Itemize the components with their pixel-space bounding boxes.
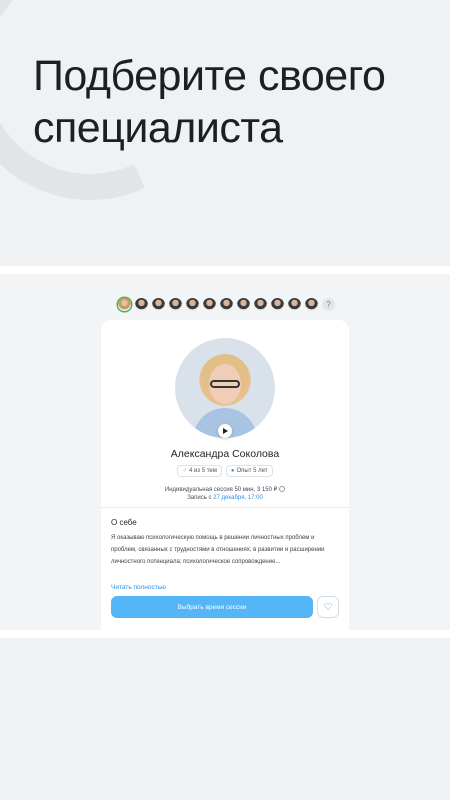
check-icon: ● — [230, 468, 235, 474]
topics-badge: ♂ 4 из 5 тем — [177, 465, 222, 477]
specialist-avatar[interactable] — [203, 298, 216, 311]
favorite-button[interactable]: ♡ — [317, 596, 339, 618]
experience-badge-label: Опыт 5 лет — [236, 468, 268, 474]
specialist-avatar[interactable] — [135, 298, 148, 311]
session-info: Индивидуальная сессия 50 мин, 3 150 ₽ — [101, 486, 349, 493]
specialist-avatar[interactable] — [220, 298, 233, 311]
about-title: О себе — [111, 518, 137, 527]
specialist-avatar[interactable] — [237, 298, 250, 311]
specialist-avatar-strip: ? — [118, 298, 335, 311]
specialist-avatar-selected[interactable] — [118, 298, 131, 311]
specialist-avatar[interactable] — [288, 298, 301, 311]
divider — [101, 507, 349, 508]
topics-badge-label: 4 из 5 тем — [188, 468, 217, 474]
specialist-badges: ♂ 4 из 5 тем ● Опыт 5 лет — [101, 465, 349, 477]
read-more-link[interactable]: Читать полностью — [111, 584, 166, 591]
specialist-avatar[interactable] — [186, 298, 199, 311]
play-video-icon[interactable] — [218, 424, 232, 438]
info-icon[interactable] — [279, 486, 286, 493]
session-info-text: Индивидуальная сессия 50 мин, 3 150 ₽ — [164, 487, 278, 493]
app-preview: ? Александра Соколова ♂ 4 из 5 тем ● Опы… — [0, 266, 450, 638]
heart-icon: ♡ — [323, 601, 333, 613]
more-specialists-button[interactable]: ? — [322, 298, 335, 311]
app-screen: ? Александра Соколова ♂ 4 из 5 тем ● Опы… — [0, 274, 450, 638]
page-headline: Подберите своего специалиста — [33, 52, 386, 152]
specialist-avatar[interactable] — [305, 298, 318, 311]
experience-badge: ● Опыт 5 лет — [225, 465, 273, 477]
specialist-avatar[interactable] — [169, 298, 182, 311]
specialist-avatar[interactable] — [254, 298, 267, 311]
about-text: Я оказываю психологическую помощь в реше… — [111, 535, 325, 565]
specialist-photo[interactable] — [175, 338, 275, 438]
choose-session-time-button[interactable]: Выбрать время сессии — [111, 596, 313, 618]
photo-glasses — [210, 380, 240, 388]
match-icon: ♂ — [182, 468, 187, 474]
specialist-name: Александра Соколова — [170, 448, 280, 460]
record-date-link[interactable]: 27 декабря, 17:00 — [213, 495, 263, 501]
specialist-avatar[interactable] — [271, 298, 284, 311]
specialist-card: Александра Соколова ♂ 4 из 5 тем ● Опыт … — [101, 320, 349, 638]
record-prefix: Запись с — [187, 495, 212, 501]
specialist-avatar[interactable] — [152, 298, 165, 311]
record-availability: Запись с 27 декабря, 17:00 — [101, 495, 349, 501]
